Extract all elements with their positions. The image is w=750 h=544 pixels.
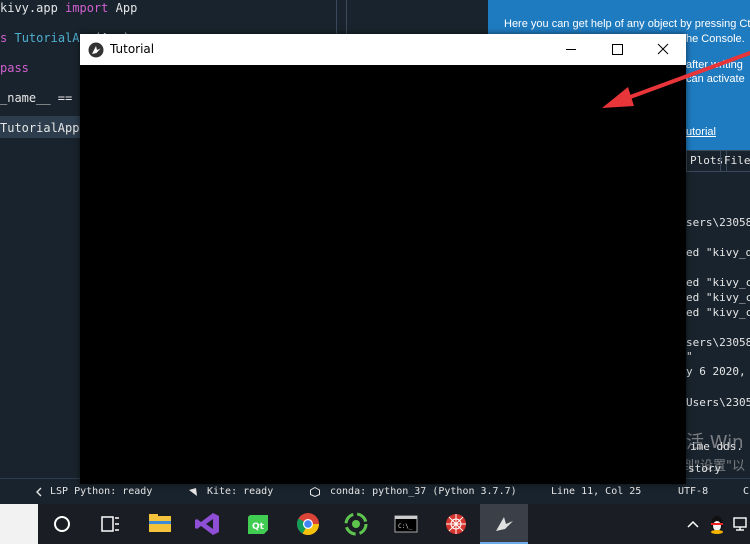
kivy-canvas[interactable] (80, 65, 686, 484)
qt-icon: Qt (248, 515, 268, 534)
spyder-icon (344, 512, 368, 536)
taskbar-visual-studio[interactable] (184, 504, 232, 544)
svg-text:Qt: Qt (252, 522, 265, 532)
code-token: kivy.app (0, 1, 66, 15)
console-line: sers\23058\ (686, 216, 750, 229)
pane-tabs: Plots Files (686, 150, 750, 172)
window-title: Tutorial (110, 42, 155, 56)
code-token: import (65, 1, 109, 15)
folder-icon (149, 514, 171, 532)
svg-text:C:\_: C:\_ (398, 523, 413, 530)
cortana-button[interactable] (38, 504, 86, 544)
window-titlebar[interactable]: Tutorial (80, 34, 686, 65)
chrome-icon (297, 513, 319, 535)
console-line: " (686, 350, 693, 363)
taskbar-chrome[interactable] (284, 504, 332, 544)
terminal-icon: C:\_ (394, 515, 418, 533)
tab-files[interactable]: Files (720, 150, 750, 172)
web-spider-icon (446, 514, 466, 534)
task-view-button[interactable] (86, 504, 134, 544)
console-line: ed "kivy_d (686, 246, 750, 259)
task-view-icon (101, 516, 119, 532)
console-line: ed "kivy_c (686, 276, 750, 289)
taskbar: Qt C:\_ (0, 504, 750, 544)
visual-studio-icon (195, 513, 219, 535)
cortana-icon (54, 516, 70, 532)
help-tutorial-link[interactable]: utorial (686, 126, 716, 138)
annotation-arrow (602, 51, 750, 108)
console-line: ed "kivy_c (686, 291, 750, 304)
console-line: sers\23058\ (686, 336, 750, 349)
taskbar-command-prompt[interactable]: C:\_ (382, 504, 430, 544)
kivy-window: Tutorial (80, 34, 686, 484)
kivy-icon (88, 42, 104, 58)
lsp-icon (36, 487, 42, 497)
console-line: Users\2305 (686, 396, 750, 409)
kivy-icon (496, 517, 513, 531)
code-token: App (108, 1, 138, 15)
taskbar-spyder[interactable] (332, 504, 380, 544)
eol-mode: C (743, 486, 750, 497)
code-line-1[interactable]: kivy.app import App (0, 0, 137, 18)
console-line: y 6 2020, (686, 365, 746, 378)
console-line: ed "kivy_c (686, 306, 750, 319)
network-icon[interactable] (732, 516, 750, 532)
taskbar-spider-app[interactable] (432, 504, 480, 544)
code-token: pass (0, 61, 29, 75)
qq-penguin-icon[interactable] (708, 514, 726, 534)
taskbar-file-explorer[interactable] (136, 504, 184, 544)
code-token: _name__ == (0, 91, 80, 105)
help-text-line2: he Console. (686, 33, 745, 45)
kite-icon (189, 488, 197, 496)
code-line-3[interactable]: pass (0, 58, 29, 78)
chevron-up-icon[interactable] (686, 518, 700, 530)
help-text-line1: Here you can get help of any object by p… (504, 18, 750, 30)
taskbar-kivy-app[interactable] (480, 504, 528, 544)
taskbar-qt-creator[interactable]: Qt (234, 504, 282, 544)
conda-icon (310, 487, 320, 497)
minimize-button[interactable] (548, 34, 594, 65)
taskbar-search-area[interactable] (0, 504, 38, 544)
minimize-icon (566, 49, 576, 50)
code-line-4[interactable]: _name__ == " (0, 88, 87, 108)
